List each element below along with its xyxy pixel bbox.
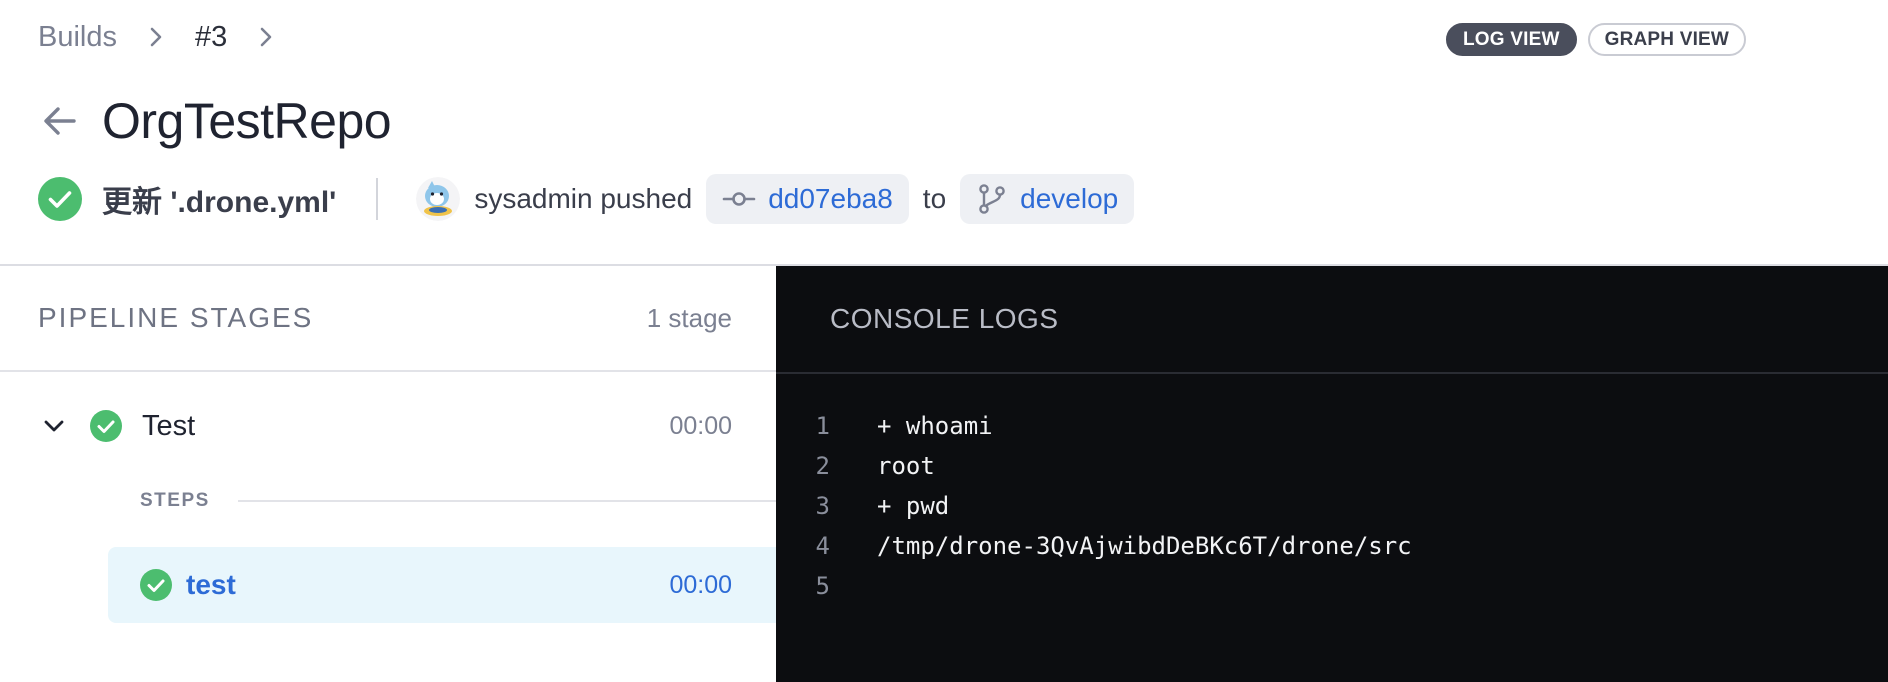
step-row-test[interactable]: test 00:00 bbox=[108, 547, 776, 623]
branch-link[interactable]: develop bbox=[960, 174, 1135, 224]
console-title: CONSOLE LOGS bbox=[830, 303, 1059, 334]
log-line: 5 bbox=[776, 566, 1412, 606]
log-line-text: + whoami bbox=[877, 412, 993, 440]
steps-label: STEPS bbox=[140, 490, 210, 511]
commit-message: 更新 '.drone.yml' bbox=[102, 186, 337, 219]
log-line-number[interactable]: 5 bbox=[776, 572, 830, 600]
back-arrow-icon[interactable] bbox=[38, 99, 82, 143]
commit-sha-link[interactable]: dd07eba8 bbox=[706, 174, 909, 224]
log-lines: 1 + whoami 2 root 3 + pwd 4 /tmp/drone-3… bbox=[776, 406, 1412, 606]
log-line-text: + pwd bbox=[877, 492, 950, 520]
log-view-button[interactable]: LOG VIEW bbox=[1446, 23, 1577, 56]
console-header: CONSOLE LOGS bbox=[776, 266, 1888, 374]
avatar bbox=[416, 177, 461, 221]
pipeline-stages-header: PIPELINE STAGES 1 stage bbox=[0, 266, 776, 372]
pipeline-stages-title: PIPELINE STAGES bbox=[38, 302, 314, 333]
steps-section-label: STEPS bbox=[140, 473, 776, 529]
log-line: 1 + whoami bbox=[776, 406, 1412, 446]
view-toggle: LOG VIEW GRAPH VIEW bbox=[1446, 23, 1747, 56]
log-line: 3 + pwd bbox=[776, 486, 1412, 526]
chevron-down-icon[interactable] bbox=[40, 412, 68, 440]
stage-count: 1 stage bbox=[646, 302, 732, 333]
success-check-icon bbox=[140, 569, 172, 601]
build-header: Builds #3 LOG VIEW GRAPH VIEW OrgTestRep… bbox=[0, 0, 1888, 266]
branch-name: develop bbox=[1020, 183, 1119, 214]
commit-sha: dd07eba8 bbox=[768, 183, 893, 214]
log-line-number[interactable]: 3 bbox=[776, 492, 830, 520]
log-line: 4 /tmp/drone-3QvAjwibdDeBKc6T/drone/src bbox=[776, 526, 1412, 566]
title-row: OrgTestRepo bbox=[38, 92, 392, 150]
success-check-icon bbox=[90, 410, 122, 442]
stage-duration: 00:00 bbox=[669, 411, 732, 440]
breadcrumb-build-number[interactable]: #3 bbox=[195, 21, 227, 54]
graph-view-button[interactable]: GRAPH VIEW bbox=[1587, 23, 1747, 56]
step-duration: 00:00 bbox=[669, 570, 732, 599]
chevron-right-icon bbox=[139, 20, 173, 54]
git-branch-icon bbox=[979, 184, 1005, 214]
success-check-icon bbox=[38, 177, 82, 221]
divider bbox=[376, 178, 379, 220]
log-line-number[interactable]: 4 bbox=[776, 532, 830, 560]
breadcrumb: Builds #3 bbox=[38, 20, 305, 54]
step-name: test bbox=[186, 569, 236, 600]
git-commit-icon bbox=[722, 192, 756, 206]
page-title: OrgTestRepo bbox=[102, 93, 392, 149]
divider bbox=[237, 500, 776, 502]
log-line-number[interactable]: 2 bbox=[776, 452, 830, 480]
log-line: 2 root bbox=[776, 446, 1412, 486]
commit-author: sysadmin pushed bbox=[474, 183, 693, 214]
breadcrumb-builds-link[interactable]: Builds bbox=[38, 21, 117, 54]
to-label: to bbox=[922, 183, 947, 214]
stage-name: Test bbox=[142, 409, 196, 442]
stage-row-test[interactable]: Test 00:00 bbox=[0, 390, 776, 462]
log-line-text: /tmp/drone-3QvAjwibdDeBKc6T/drone/src bbox=[877, 532, 1412, 560]
log-line-text: root bbox=[877, 452, 935, 480]
console-logs-panel: CONSOLE LOGS 1 + whoami 2 root 3 + pwd 4… bbox=[776, 266, 1888, 682]
commit-info: 更新 '.drone.yml' sysadmin pushed dd07eba8… bbox=[38, 173, 1135, 225]
chevron-right-icon bbox=[249, 20, 283, 54]
log-line-number[interactable]: 1 bbox=[776, 412, 830, 440]
